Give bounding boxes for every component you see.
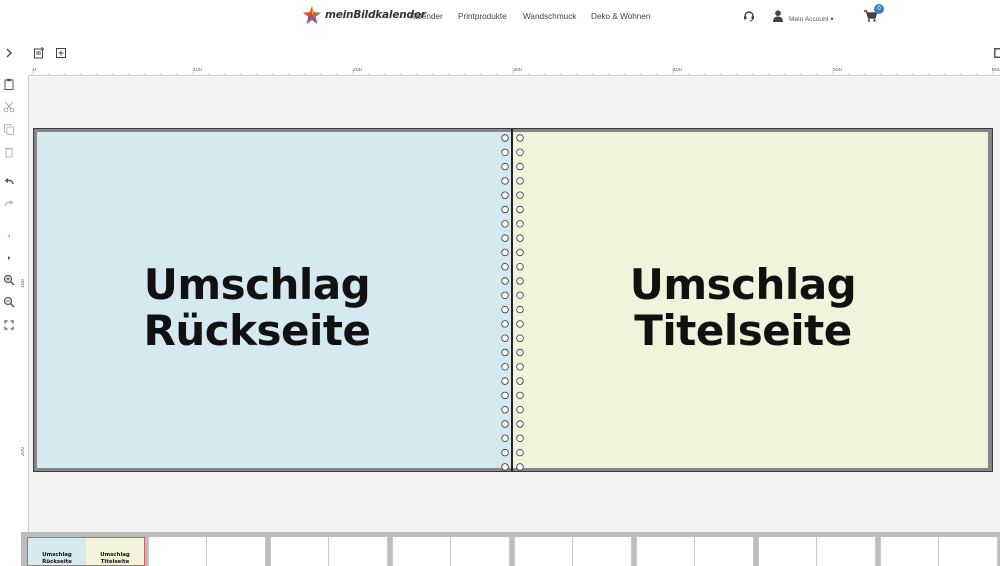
binding-hole	[516, 391, 524, 400]
binding-hole	[516, 377, 524, 385]
thumbnail-page[interactable]	[881, 537, 939, 566]
thumbnail-label: Umschlag Rückseite	[28, 552, 86, 565]
binding-hole	[501, 148, 509, 156]
binding-hole	[516, 348, 524, 357]
thumbnail-page[interactable]	[695, 537, 754, 566]
binding-hole	[516, 320, 524, 328]
thumbnail-page[interactable]	[451, 537, 510, 566]
binding-hole	[516, 248, 524, 257]
binding-hole	[516, 277, 524, 285]
binding-hole	[501, 334, 509, 342]
binding-hole	[516, 263, 524, 271]
binding-hole	[516, 291, 524, 299]
thumbnail-page[interactable]	[759, 537, 817, 566]
binding-holes	[501, 134, 524, 471]
binding-hole	[516, 448, 524, 457]
thumbnail-page[interactable]	[149, 537, 207, 566]
binding-hole	[501, 263, 509, 271]
binding-hole	[501, 191, 509, 199]
thumbnail-page[interactable]	[515, 537, 573, 566]
binding-hole	[516, 220, 524, 228]
thumbnail-back-cover[interactable]: Umschlag Rückseite	[27, 537, 86, 566]
binding-hole	[501, 448, 509, 457]
thumbnail-front-cover[interactable]: Umschlag Titelseite	[86, 537, 145, 566]
binding-hole	[501, 348, 509, 357]
binding-hole	[501, 305, 509, 314]
thumbnail-page[interactable]	[637, 537, 695, 566]
binding-hole	[516, 305, 524, 314]
binding-hole	[516, 191, 524, 199]
binding-hole	[501, 134, 509, 142]
binding-hole	[501, 434, 509, 442]
binding-hole	[501, 205, 509, 214]
thumbnail-label: Umschlag Titelseite	[86, 552, 144, 565]
thumbnail-label-line-2: Titelseite	[100, 558, 130, 565]
binding-hole	[516, 134, 524, 142]
thumbnail-page[interactable]	[393, 537, 451, 566]
binding-hole	[516, 148, 524, 156]
binding-hole	[501, 248, 509, 257]
binding-hole	[501, 363, 509, 371]
thumbnail-page[interactable]	[573, 537, 632, 566]
binding-hole	[501, 234, 509, 242]
binding-hole	[501, 320, 509, 328]
binding-hole	[516, 162, 524, 171]
binding-hole	[501, 377, 509, 385]
binding-hole	[516, 420, 524, 428]
thumbnail-label-line-2: Rückseite	[42, 558, 72, 565]
thumbnail-page[interactable]	[271, 537, 329, 566]
binding-hole	[516, 434, 524, 442]
thumbnail-row: Umschlag Rückseite Umschlag Titelseite	[27, 537, 998, 566]
binding-hole	[516, 234, 524, 242]
binding-hole	[516, 205, 524, 214]
binding-hole	[501, 277, 509, 285]
thumbnail-page[interactable]	[207, 537, 266, 566]
thumbnail-page[interactable]	[817, 537, 876, 566]
binding-hole	[516, 177, 524, 185]
binding-hole	[501, 420, 509, 428]
thumbnail-page[interactable]	[939, 537, 998, 566]
thumbnail-page[interactable]	[329, 537, 388, 566]
binding-hole	[501, 406, 509, 414]
binding-hole	[501, 162, 509, 171]
binding-hole	[501, 220, 509, 228]
binding-hole	[516, 463, 524, 471]
binding-hole	[516, 363, 524, 371]
binding-hole	[501, 391, 509, 400]
binding-hole	[501, 463, 509, 471]
binding-hole	[516, 334, 524, 342]
binding-hole	[501, 291, 509, 299]
binding-hole	[516, 406, 524, 414]
binding-hole	[501, 177, 509, 185]
